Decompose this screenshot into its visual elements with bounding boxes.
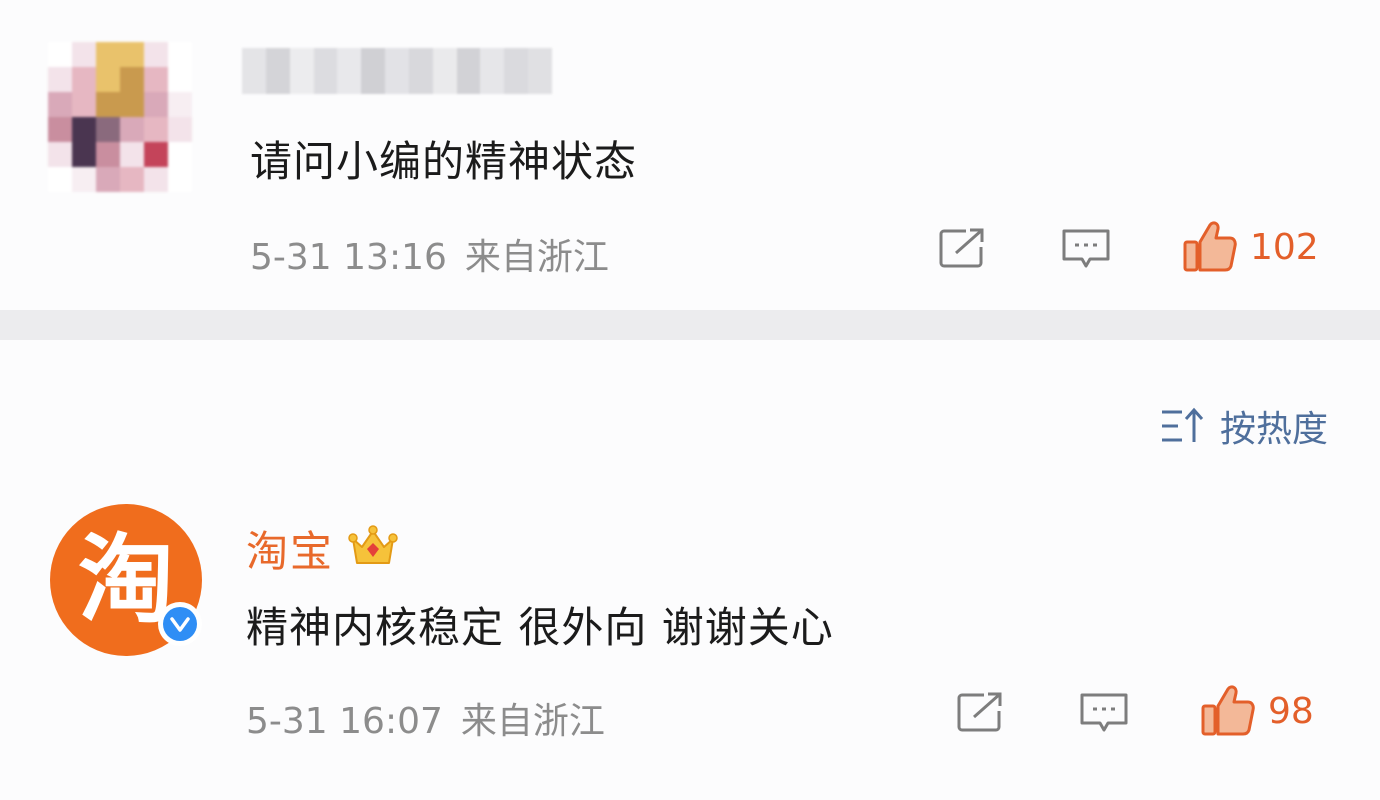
share-icon (957, 691, 1004, 732)
avatar-pixel (120, 142, 144, 167)
share-icon (939, 227, 986, 268)
sort-icon (1161, 407, 1204, 442)
username-pixel (361, 48, 386, 94)
avatar-pixel (96, 142, 120, 167)
comment-meta: 5-31 16:07 来自浙江 (246, 692, 605, 744)
avatar-pixel (168, 117, 192, 142)
comment-icon (1062, 229, 1110, 268)
avatar-pixel (48, 117, 72, 142)
avatar-taobao[interactable]: 淘 (50, 504, 202, 656)
avatar-pixel (48, 92, 72, 117)
avatar-pixel (96, 67, 120, 92)
username-pixel (432, 48, 457, 94)
comment-icon (1080, 693, 1128, 732)
comment-location: 来自浙江 (464, 237, 609, 278)
avatar-blurred[interactable] (48, 42, 192, 192)
avatar-pixel (168, 92, 192, 117)
username-pixel (313, 48, 338, 94)
share-button[interactable] (938, 226, 988, 270)
avatar-pixel (72, 92, 96, 117)
comment-time: 5-31 16:07 (246, 701, 443, 742)
avatar-pixel (120, 167, 144, 192)
username-row: 淘宝 (246, 518, 398, 579)
avatar-pixel (72, 142, 96, 167)
avatar-pixel (48, 167, 72, 192)
username[interactable]: 淘宝 (246, 518, 334, 579)
comment-item-2: 按热度 淘 淘宝 精神内核稳定 很外向 谢谢关心 5-31 16:07 来自浙江 (0, 340, 1380, 800)
avatar-pixel (96, 92, 120, 117)
avatar-pixel (48, 42, 72, 67)
avatar-pixel (72, 42, 96, 67)
username-pixel (480, 48, 505, 94)
avatar-pixel (72, 167, 96, 192)
avatar-pixel (144, 117, 168, 142)
avatar-pixel (168, 67, 192, 92)
verified-icon (158, 602, 202, 646)
comment-item-1: 请问小编的精神状态 5-31 13:16 来自浙江 102 (0, 0, 1380, 310)
avatar-pixel (48, 142, 72, 167)
share-button[interactable] (956, 690, 1006, 734)
avatar-pixel (72, 117, 96, 142)
username-pixel (408, 48, 433, 94)
section-divider (0, 310, 1380, 340)
comment-time: 5-31 13:16 (250, 237, 447, 278)
comment-text: 精神内核稳定 很外向 谢谢关心 (246, 603, 834, 652)
username-pixel (337, 48, 362, 94)
avatar-pixel (120, 92, 144, 117)
avatar-pixel (144, 142, 168, 167)
username-blurred[interactable] (242, 48, 552, 94)
username-pixel (289, 48, 314, 94)
avatar-pixel (120, 67, 144, 92)
comment-location: 来自浙江 (460, 701, 605, 742)
username-pixel (456, 48, 481, 94)
avatar-pixel (168, 167, 192, 192)
comment-button[interactable] (1078, 690, 1130, 736)
username-pixel (504, 48, 529, 94)
sort-label: 按热度 (1219, 409, 1328, 450)
avatar-pixel (144, 42, 168, 67)
avatar-pixel (168, 142, 192, 167)
avatar-pixel (96, 167, 120, 192)
avatar-pixel (72, 67, 96, 92)
avatar-pixel (96, 42, 120, 67)
comment-text: 请问小编的精神状态 (250, 137, 638, 186)
comment-meta: 5-31 13:16 来自浙江 (250, 228, 609, 280)
avatar-pixel (48, 67, 72, 92)
avatar-pixel (144, 167, 168, 192)
avatar-pixel (144, 67, 168, 92)
avatar-pixel (168, 42, 192, 67)
comment-button[interactable] (1060, 226, 1112, 272)
like-count: 98 (1268, 690, 1314, 732)
like-button[interactable]: 102 (1182, 220, 1319, 274)
avatar-pixel (144, 92, 168, 117)
avatar-pixel (96, 117, 120, 142)
like-icon (1201, 685, 1255, 736)
like-button[interactable]: 98 (1200, 684, 1314, 738)
username-pixel (265, 48, 290, 94)
like-count: 102 (1250, 226, 1319, 268)
username-pixel (385, 48, 409, 94)
like-icon (1183, 221, 1237, 272)
sort-by-heat-button[interactable]: 按热度 (1160, 400, 1328, 452)
crown-badge-icon[interactable] (348, 524, 398, 573)
username-pixel (242, 48, 266, 94)
username-pixel (528, 48, 552, 94)
avatar-pixel (120, 117, 144, 142)
avatar-pixel (120, 42, 144, 67)
